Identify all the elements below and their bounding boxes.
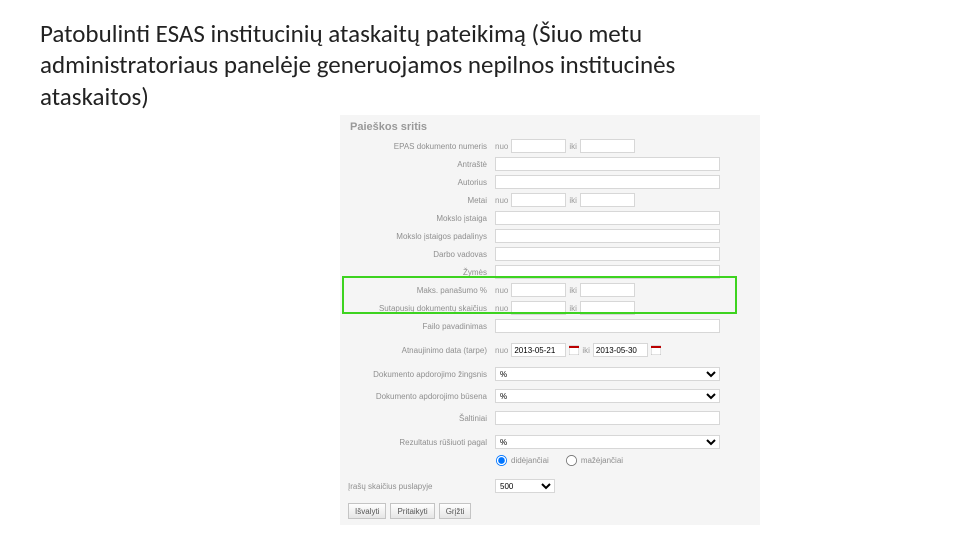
sort-desc-label: mažėjančiai — [581, 456, 623, 465]
sub-from: nuo — [495, 304, 508, 313]
label-inst: Mokslo įstaiga — [340, 214, 495, 223]
maxsim-to-input[interactable] — [580, 283, 635, 297]
label-maxsim: Maks. panašumo % — [340, 286, 495, 295]
sub-to: iki — [569, 286, 577, 295]
year-from-input[interactable] — [511, 193, 566, 207]
perpage-select[interactable]: 500 — [495, 479, 555, 493]
sort-select[interactable]: % — [495, 435, 720, 449]
sub-from: nuo — [495, 142, 508, 151]
sources-input[interactable] — [495, 411, 720, 425]
date-to-input[interactable] — [593, 343, 648, 357]
panel-heading: Paieškos sritis — [340, 119, 760, 137]
status-select[interactable]: % — [495, 389, 720, 403]
maxsim-from-input[interactable] — [511, 283, 566, 297]
inst-input[interactable] — [495, 211, 720, 225]
clear-button[interactable]: Išvalyti — [348, 503, 386, 519]
label-updated: Atnaujinimo data (tarpe) — [340, 346, 495, 355]
sub-from: nuo — [495, 346, 508, 355]
matchcount-from-input[interactable] — [511, 301, 566, 315]
sort-asc-radio[interactable] — [496, 454, 507, 465]
label-perpage: Įrašų skaičius puslapyje — [340, 482, 495, 491]
sort-asc-label: didėjančiai — [511, 456, 549, 465]
label-dept: Mokslo įstaigos padalinys — [340, 232, 495, 241]
sub-to: iki — [569, 196, 577, 205]
search-panel: Paieškos sritis EPAS dokumento numeris n… — [340, 115, 760, 525]
sort-desc-radio[interactable] — [566, 454, 577, 465]
filename-input[interactable] — [495, 319, 720, 333]
date-from-input[interactable] — [511, 343, 566, 357]
tags-input[interactable] — [495, 265, 720, 279]
title-input[interactable] — [495, 157, 720, 171]
label-sources: Šaltiniai — [340, 414, 495, 423]
matchcount-to-input[interactable] — [580, 301, 635, 315]
label-matchcount: Sutapusių dokumentų skaičius — [340, 304, 495, 313]
dept-input[interactable] — [495, 229, 720, 243]
docno-to-input[interactable] — [580, 139, 635, 153]
label-results: Rezultatus rūšiuoti pagal — [340, 438, 495, 447]
supervisor-input[interactable] — [495, 247, 720, 261]
label-author: Autorius — [340, 178, 495, 187]
back-button[interactable]: Grįžti — [439, 503, 472, 519]
sub-to: iki — [569, 304, 577, 313]
year-to-input[interactable] — [580, 193, 635, 207]
sub-to: iki — [569, 142, 577, 151]
author-input[interactable] — [495, 175, 720, 189]
submit-button[interactable]: Pritaikyti — [390, 503, 434, 519]
sub-from: nuo — [495, 286, 508, 295]
label-year: Metai — [340, 196, 495, 205]
label-title: Antraštė — [340, 160, 495, 169]
label-supervisor: Darbo vadovas — [340, 250, 495, 259]
label-docno: EPAS dokumento numeris — [340, 142, 495, 151]
label-tags: Žymės — [340, 268, 495, 277]
label-filename: Failo pavadinimas — [340, 322, 495, 331]
calendar-icon[interactable] — [651, 345, 661, 355]
sub-from: nuo — [495, 196, 508, 205]
label-status: Dokumento apdorojimo būsena — [340, 392, 495, 401]
docno-from-input[interactable] — [511, 139, 566, 153]
calendar-icon[interactable] — [569, 345, 579, 355]
label-step: Dokumento apdorojimo žingsnis — [340, 370, 495, 379]
step-select[interactable]: % — [495, 367, 720, 381]
sub-to: iki — [582, 346, 590, 355]
page-title: Patobulinti ESAS institucinių ataskaitų … — [40, 18, 720, 112]
